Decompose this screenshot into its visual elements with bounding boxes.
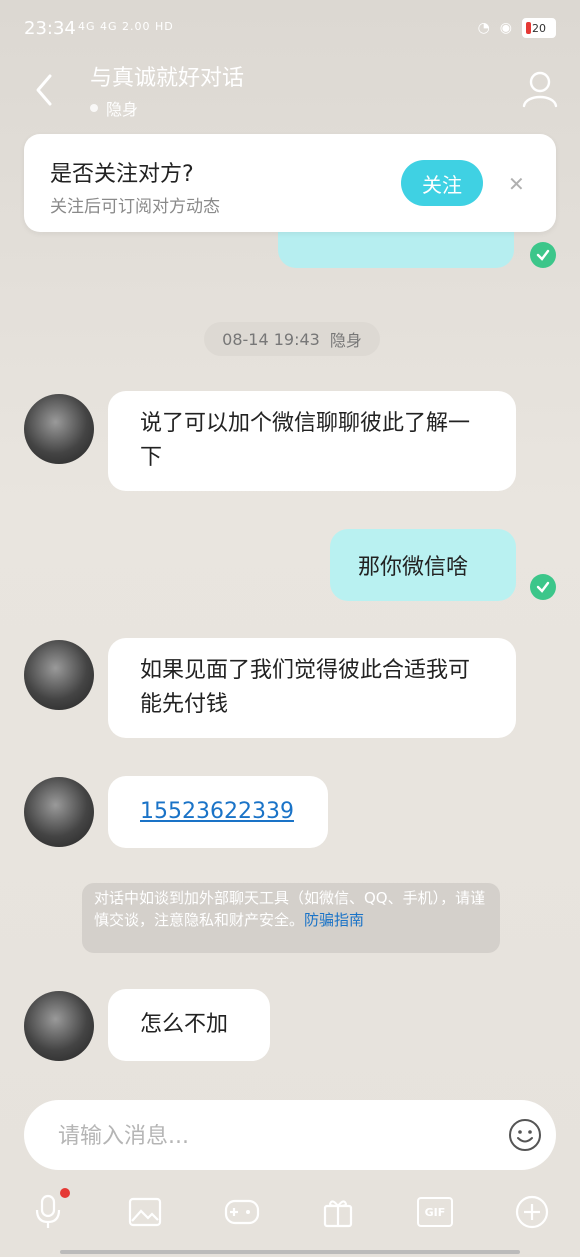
gift-icon[interactable] [318, 1192, 358, 1232]
battery-level: 20 [532, 21, 546, 35]
game-icon[interactable] [222, 1192, 262, 1232]
gif-label: GIF [416, 1197, 453, 1227]
follow-button[interactable]: 关注 [401, 160, 483, 206]
message-bubble: 如果见面了我们觉得彼此合适我可能先付钱 [108, 638, 516, 738]
safety-notice-text: 对话中如谈到加外部聊天工具（如微信、QQ、手机），请谨慎交谈，注意隐私和财产安全… [94, 889, 486, 929]
chat-title: 与真诚就好对话 [90, 66, 245, 91]
plus-icon[interactable] [512, 1192, 552, 1232]
message-input-bar [24, 1100, 556, 1172]
safety-notice: 对话中如谈到加外部聊天工具（如微信、QQ、手机），请谨慎交谈，注意隐私和财产安全… [82, 883, 500, 953]
follow-title: 是否关注对方? [50, 162, 194, 187]
message-bubble: 说了可以加个微信聊聊彼此了解一下 [108, 391, 516, 491]
avatar[interactable] [24, 777, 94, 847]
home-indicator [60, 1250, 520, 1254]
emoji-icon[interactable] [508, 1118, 542, 1152]
avatar[interactable] [24, 394, 94, 464]
notification-dot [60, 1188, 71, 1198]
timestamp-time: 08-14 19:43 [222, 329, 320, 349]
status-dot [90, 104, 98, 112]
message-bubble-partial [278, 230, 514, 268]
sent-check-icon [530, 242, 556, 268]
bottom-toolbar: GIF [0, 1182, 580, 1242]
wifi-icon: ◔ [477, 20, 490, 36]
avatar[interactable] [24, 991, 94, 1061]
back-icon[interactable] [30, 72, 60, 108]
anti-fraud-link[interactable]: 防骗指南 [304, 911, 364, 929]
timestamp-status: 隐身 [329, 331, 362, 350]
avatar[interactable] [24, 640, 94, 710]
microphone-icon[interactable] [28, 1188, 71, 1232]
message-text: 说了可以加个微信聊聊彼此了解一下 [140, 411, 471, 470]
network-indicator: 4G 4G 2.00 HD [78, 20, 174, 33]
online-status-label: 隐身 [106, 100, 139, 119]
timestamp: 08-14 19:43 隐身 [204, 322, 380, 356]
message-text: 那你微信啥 [358, 555, 469, 580]
online-status: 隐身 [90, 96, 138, 120]
phone-link[interactable]: 15523622339 [140, 795, 294, 829]
gif-icon[interactable]: GIF [415, 1192, 455, 1232]
alarm-icon: ◉ [499, 20, 512, 36]
follow-description: 关注后可订阅对方动态 [50, 197, 220, 217]
close-icon[interactable]: ✕ [508, 172, 525, 196]
message-bubble: 怎么不加 [108, 989, 270, 1061]
message-bubble: 15523622339 [108, 776, 328, 848]
battery-icon: 20 [522, 18, 556, 38]
message-text: 如果见面了我们觉得彼此合适我可能先付钱 [140, 658, 471, 717]
status-bar: 23:34 4G 4G 2.00 HD ◔ ◉ 20 [0, 0, 580, 60]
message-bubble-own: 那你微信啥 [330, 529, 516, 601]
profile-icon[interactable] [522, 70, 558, 108]
status-time: 23:34 [24, 18, 76, 39]
status-icons: ◔ ◉ 20 [478, 18, 556, 38]
image-icon[interactable] [125, 1192, 165, 1232]
follow-card: 是否关注对方? 关注后可订阅对方动态 关注 ✕ [24, 134, 556, 232]
sent-check-icon [530, 574, 556, 600]
message-input[interactable] [56, 1100, 480, 1172]
message-text: 怎么不加 [140, 1012, 229, 1037]
